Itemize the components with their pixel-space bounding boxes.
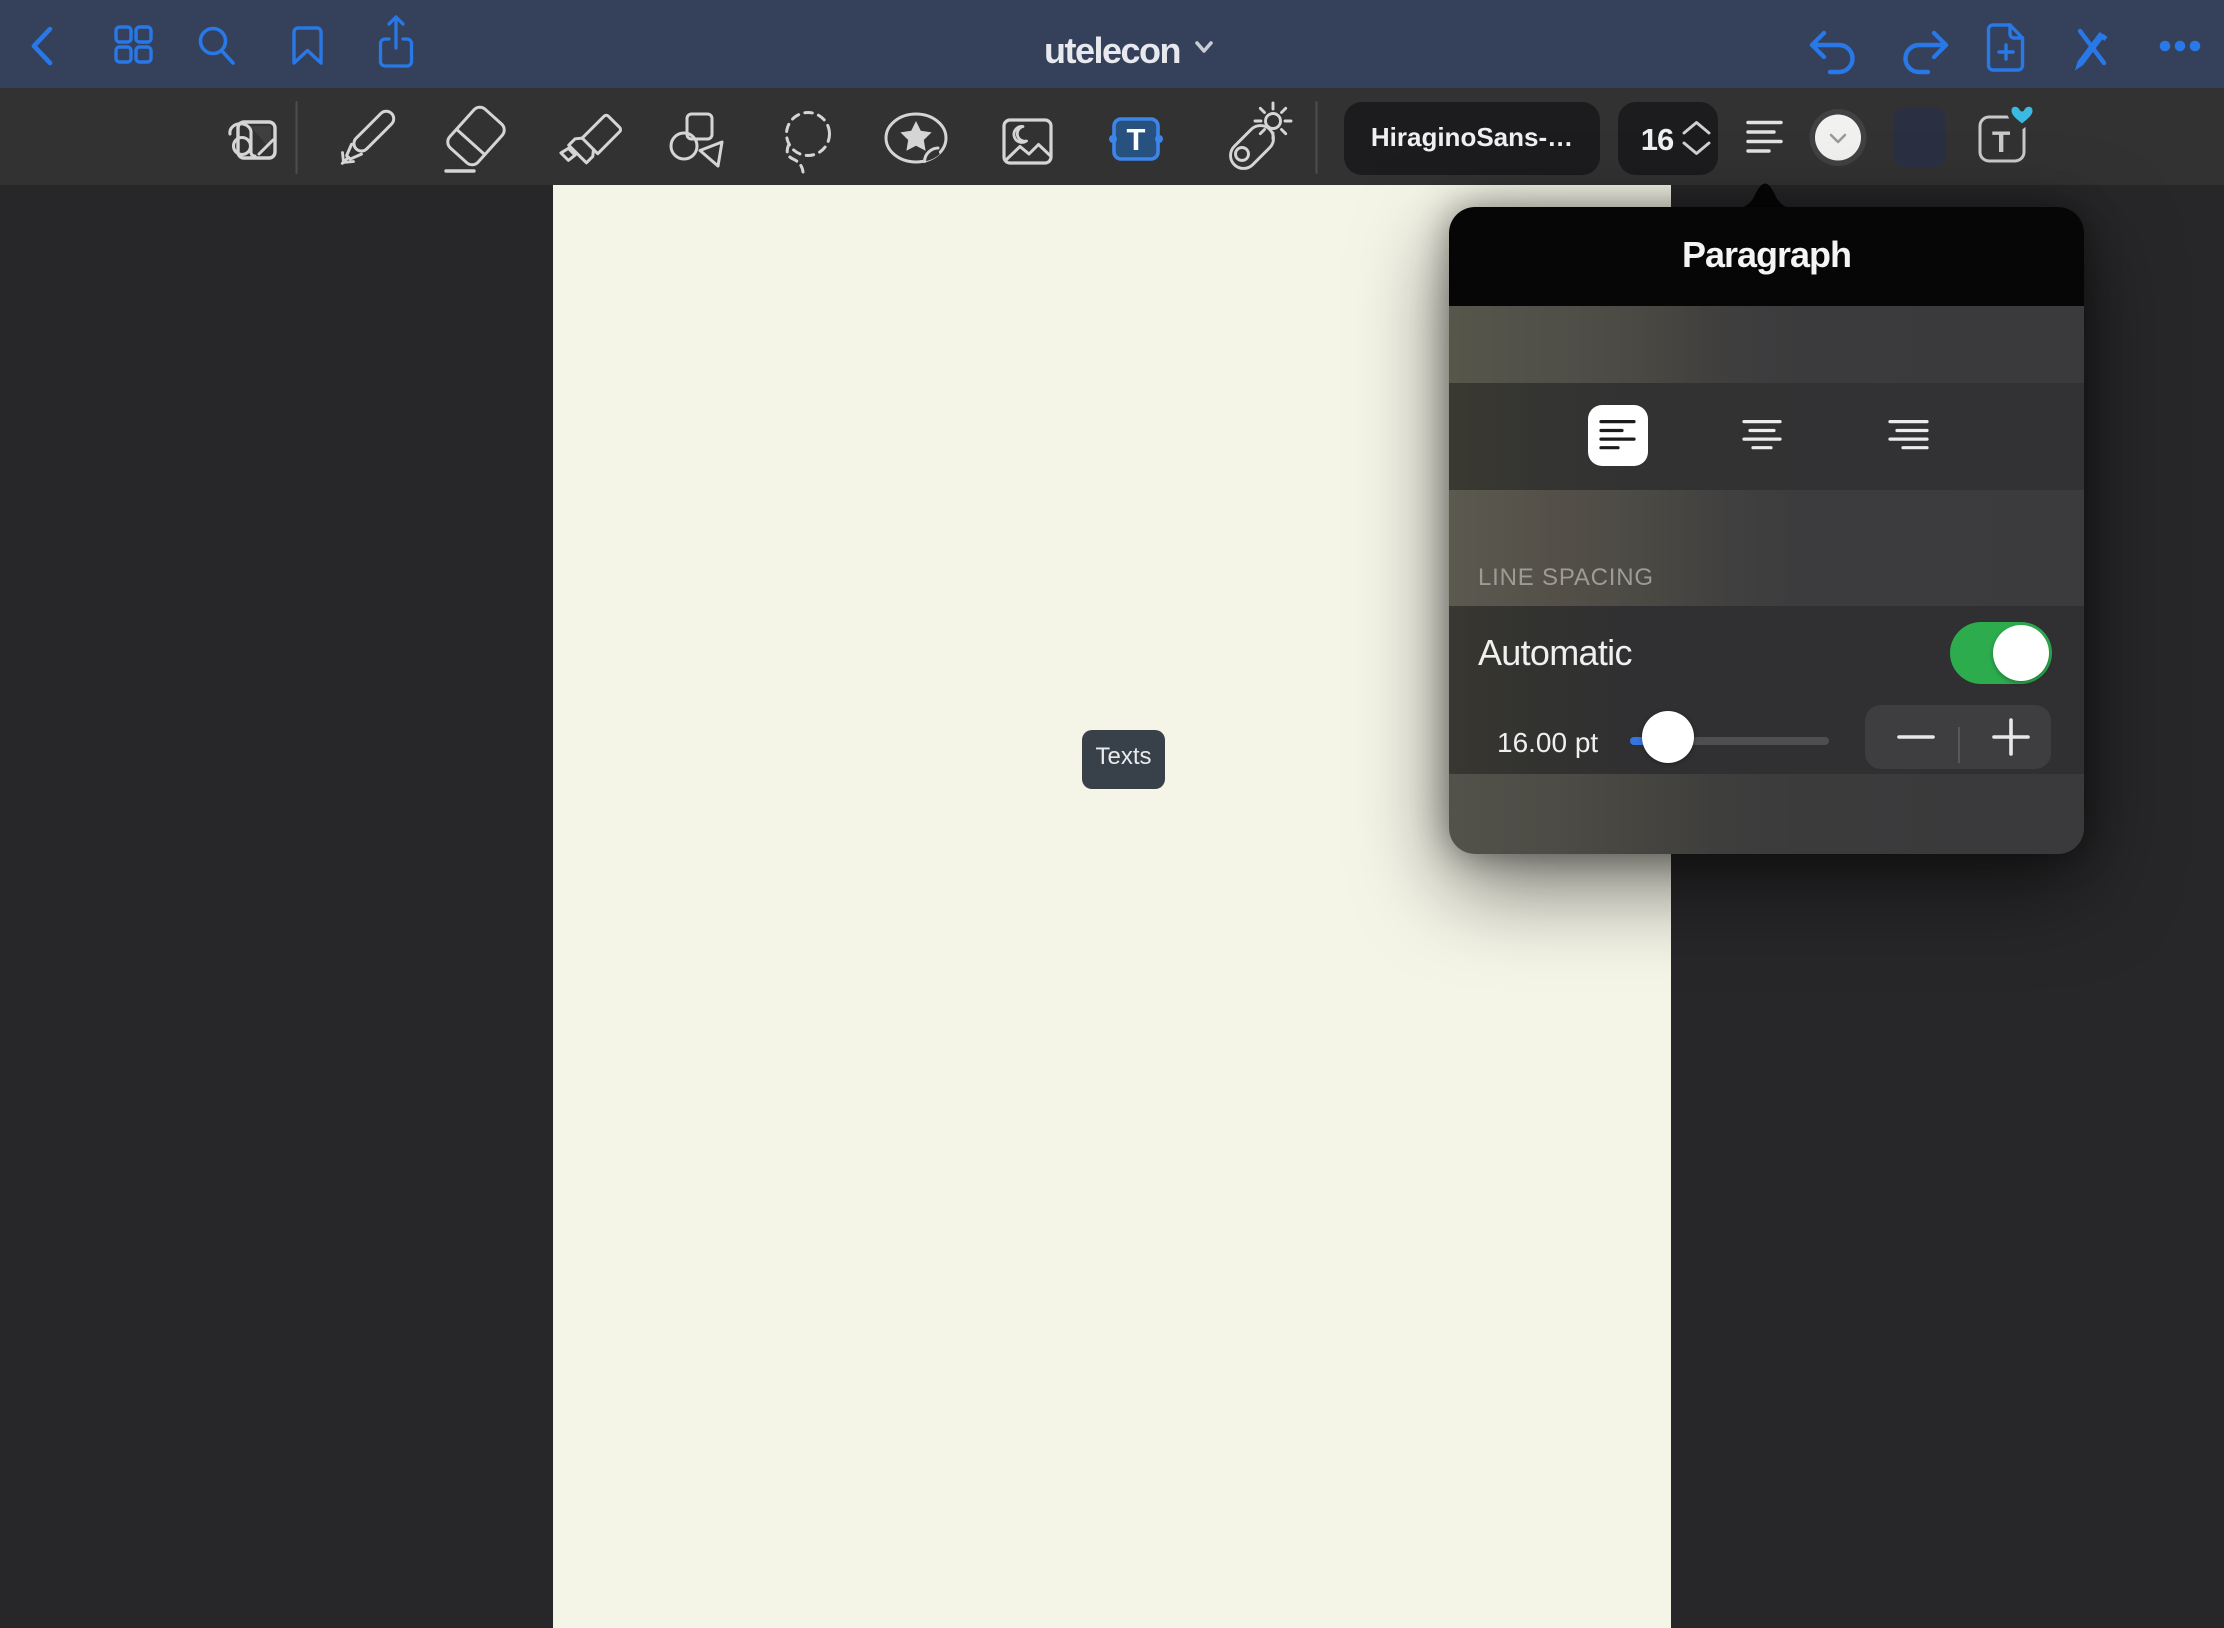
svg-text:T: T — [1992, 126, 2010, 159]
svg-text:T: T — [1127, 122, 1146, 157]
